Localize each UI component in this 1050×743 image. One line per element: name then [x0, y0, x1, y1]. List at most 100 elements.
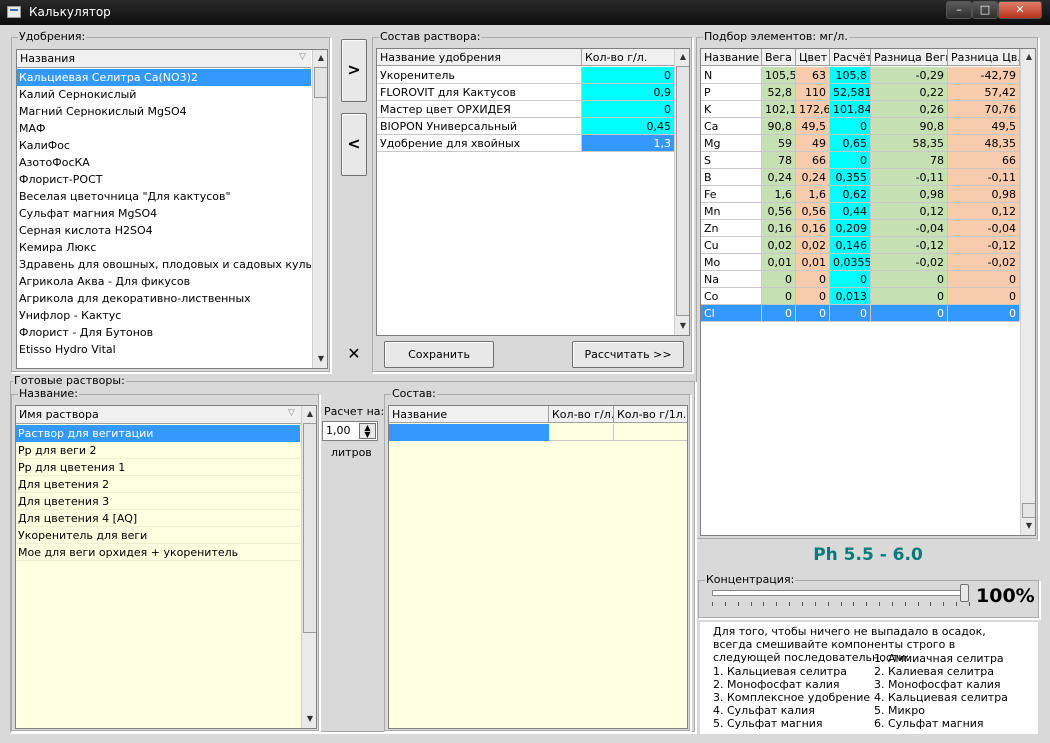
composition-header[interactable]: Название удобрения: [377, 49, 582, 66]
elements-header[interactable]: Вега: [762, 49, 796, 66]
composition-name-cell[interactable]: Удобрение для хвойных: [377, 135, 582, 152]
scroll-up-icon[interactable]: ▲: [675, 49, 689, 65]
element-cell[interactable]: 0: [796, 288, 830, 305]
solutions-list[interactable]: Имя раствора ▽ Раствор для вегитации Рр д…: [15, 405, 317, 729]
remove-fertilizer-button[interactable]: <: [341, 113, 367, 176]
fertilizer-item[interactable]: АзотоФосКА: [17, 154, 311, 171]
element-cell[interactable]: 49,5: [948, 118, 1020, 135]
element-cell[interactable]: 0,013: [830, 288, 871, 305]
element-cell[interactable]: Mg: [701, 135, 762, 152]
composition-name-cell[interactable]: Мастер цвет ОРХИДЕЯ: [377, 101, 582, 118]
composition-name-cell[interactable]: FLOROVIT для Кактусов: [377, 84, 582, 101]
element-cell[interactable]: 0,12: [871, 203, 948, 220]
element-cell[interactable]: 0,62: [830, 186, 871, 203]
elements-header[interactable]: Название: [701, 49, 762, 66]
element-cell[interactable]: 172,6: [796, 101, 830, 118]
element-cell[interactable]: 0: [830, 305, 871, 322]
element-cell[interactable]: -0,04: [948, 220, 1020, 237]
element-cell[interactable]: 66: [948, 152, 1020, 169]
scroll-up-icon[interactable]: ▲: [313, 50, 327, 66]
element-cell[interactable]: Co: [701, 288, 762, 305]
composition-qty-cell[interactable]: 1,3: [582, 135, 675, 152]
element-cell[interactable]: 66: [796, 152, 830, 169]
element-cell[interactable]: 0,16: [762, 220, 796, 237]
element-cell[interactable]: 0,24: [796, 169, 830, 186]
fertilizer-item[interactable]: Флорист - Для Бутонов: [17, 324, 311, 341]
scroll-down-icon[interactable]: ▼: [313, 351, 327, 367]
composition-name-cell[interactable]: BIOPON Универсальный: [377, 118, 582, 135]
add-fertilizer-button[interactable]: >: [341, 39, 367, 102]
element-cell[interactable]: 0: [871, 288, 948, 305]
element-cell[interactable]: 0,24: [762, 169, 796, 186]
element-cell[interactable]: 0,44: [830, 203, 871, 220]
element-cell[interactable]: Mn: [701, 203, 762, 220]
element-cell[interactable]: 0: [948, 271, 1020, 288]
composition-table[interactable]: Название удобрения Кол-во г/л. Укоренитель…: [376, 48, 690, 336]
calculate-button[interactable]: Рассчитать >>: [572, 341, 684, 368]
element-cell[interactable]: 0,16: [796, 220, 830, 237]
element-cell[interactable]: 0: [948, 305, 1020, 322]
composition-scrollbar[interactable]: ▲ ▼: [674, 49, 689, 335]
maximize-button[interactable]: □: [972, 1, 998, 19]
element-cell[interactable]: 78: [762, 152, 796, 169]
scroll-down-icon[interactable]: ▼: [302, 711, 316, 727]
elements-scrollbar[interactable]: ▲ ▼: [1020, 49, 1035, 535]
element-cell[interactable]: Mo: [701, 254, 762, 271]
scroll-thumb[interactable]: [676, 66, 689, 316]
scroll-down-icon[interactable]: ▼: [1021, 518, 1035, 534]
sostav-selected-row[interactable]: [389, 424, 549, 441]
element-cell[interactable]: 0,56: [796, 203, 830, 220]
element-cell[interactable]: 1,6: [796, 186, 830, 203]
fertilizer-item[interactable]: Агрикола Аква - Для фикусов: [17, 273, 311, 290]
composition-qty-cell[interactable]: 0: [582, 67, 675, 84]
sostav-qty-cell[interactable]: [549, 424, 614, 441]
element-cell[interactable]: 49,5: [796, 118, 830, 135]
elements-table[interactable]: Название Вега Цвет Расчёт Разница Веги Разниц…: [700, 48, 1036, 536]
element-cell[interactable]: 70,76: [948, 101, 1020, 118]
fertilizer-item[interactable]: Etisso Hydro Vital: [17, 341, 311, 358]
element-cell[interactable]: K: [701, 101, 762, 118]
element-cell[interactable]: 1,6: [762, 186, 796, 203]
element-cell[interactable]: -42,79: [948, 67, 1020, 84]
element-cell[interactable]: 0: [948, 288, 1020, 305]
fertilizer-item[interactable]: Флорист-РОСТ: [17, 171, 311, 188]
elements-header[interactable]: Расчёт: [830, 49, 871, 66]
element-cell[interactable]: 59: [762, 135, 796, 152]
scroll-thumb[interactable]: [1022, 503, 1035, 518]
element-cell[interactable]: 0,22: [871, 84, 948, 101]
element-cell[interactable]: 0: [762, 305, 796, 322]
fertilizer-item[interactable]: КалиФос: [17, 137, 311, 154]
clear-icon[interactable]: ✕: [341, 341, 367, 369]
spin-arrows-icon[interactable]: ▲ ▼: [359, 423, 376, 439]
element-cell[interactable]: -0,11: [871, 169, 948, 186]
fertilizers-list[interactable]: Названия ▽ Кальциевая Селитра Ca(NO3)2 Ка…: [16, 49, 328, 369]
element-cell[interactable]: 0: [762, 271, 796, 288]
element-cell[interactable]: 0: [830, 152, 871, 169]
element-cell[interactable]: -0,02: [871, 254, 948, 271]
fertilizer-item[interactable]: Калий Сернокислый: [17, 86, 311, 103]
fertilizers-list-header[interactable]: Названия ▽: [17, 50, 311, 68]
element-cell[interactable]: 0,12: [948, 203, 1020, 220]
composition-qty-cell[interactable]: 0,45: [582, 118, 675, 135]
composition-header[interactable]: Кол-во г/л.: [582, 49, 675, 66]
element-cell[interactable]: Na: [701, 271, 762, 288]
scroll-thumb[interactable]: [303, 423, 316, 633]
fertilizer-item[interactable]: Унифлор - Кактус: [17, 307, 311, 324]
solution-item[interactable]: Для цветения 2: [16, 476, 300, 493]
element-cell[interactable]: 0,56: [762, 203, 796, 220]
fertilizer-item[interactable]: МАФ: [17, 120, 311, 137]
element-cell[interactable]: -0,04: [871, 220, 948, 237]
element-cell[interactable]: 0: [830, 118, 871, 135]
solution-item[interactable]: Для цветения 4 [AQ]: [16, 510, 300, 527]
element-cell[interactable]: 0: [796, 271, 830, 288]
element-cell[interactable]: 0,209: [830, 220, 871, 237]
scroll-up-icon[interactable]: ▲: [1021, 49, 1035, 65]
title-bar[interactable]: Калькулятор – □ ✕: [0, 0, 1050, 25]
element-cell[interactable]: Ca: [701, 118, 762, 135]
element-cell[interactable]: 90,8: [871, 118, 948, 135]
element-cell[interactable]: 110: [796, 84, 830, 101]
solutions-list-header[interactable]: Имя раствора ▽: [16, 406, 302, 424]
element-cell[interactable]: 101,84: [830, 101, 871, 118]
element-cell[interactable]: 0,98: [871, 186, 948, 203]
save-button[interactable]: Сохранить: [384, 341, 494, 368]
